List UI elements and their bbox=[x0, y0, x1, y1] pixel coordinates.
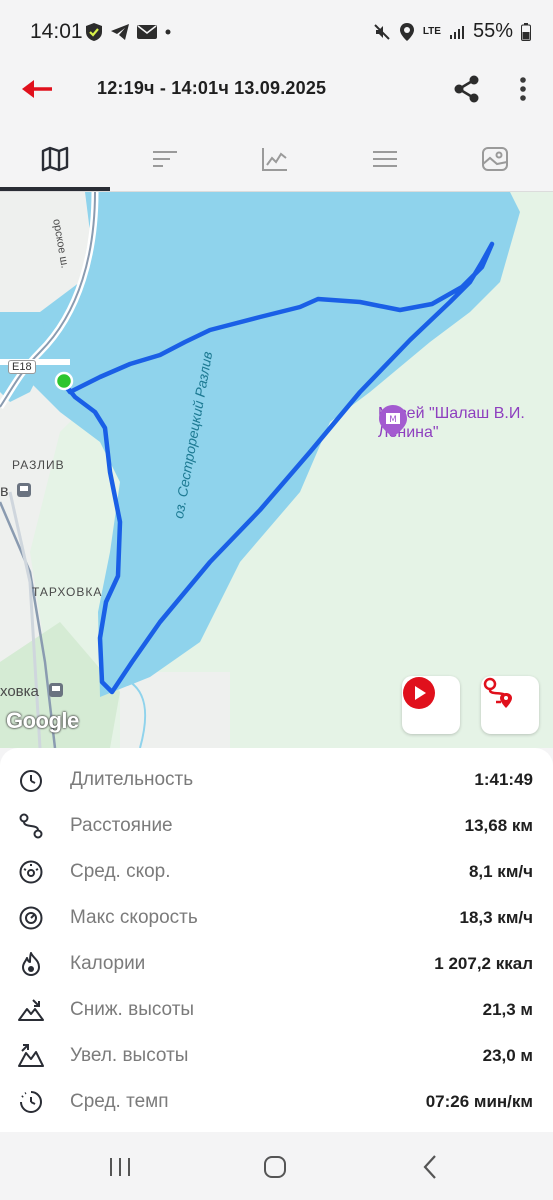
stat-row-distance: Расстояние 13,68 км bbox=[0, 803, 553, 849]
tab-splits[interactable] bbox=[110, 126, 220, 192]
pace-icon bbox=[20, 1091, 42, 1113]
mute-icon bbox=[374, 23, 390, 40]
stat-label: Сред. скор. bbox=[70, 861, 171, 882]
network-type: LTE bbox=[422, 26, 441, 37]
stat-label: Макс скорость bbox=[70, 907, 198, 928]
route-pins-icon bbox=[483, 677, 512, 708]
list-sort-icon bbox=[153, 151, 177, 167]
train-station-icon-2 bbox=[49, 683, 63, 697]
stat-row-duration: Длительность 1:41:49 bbox=[0, 757, 553, 803]
stat-value: 8,1 км/ч bbox=[468, 862, 533, 881]
timer-icon bbox=[20, 770, 42, 792]
stat-value: 1 207,2 ккал bbox=[434, 954, 533, 973]
recents-icon bbox=[110, 1158, 130, 1176]
arrow-left-icon bbox=[22, 80, 52, 98]
route-icon bbox=[19, 813, 43, 839]
battery-icon bbox=[521, 22, 531, 41]
recent-apps-button[interactable] bbox=[100, 1150, 140, 1184]
tab-bar bbox=[0, 126, 553, 192]
system-back-button[interactable] bbox=[410, 1150, 450, 1184]
route-map[interactable]: E18 РАЗЛИВ в ТАРХОВКА ховка орское ш. оз… bbox=[0, 192, 553, 748]
dot-icon bbox=[165, 29, 171, 35]
stat-label: Сниж. высоты bbox=[70, 999, 195, 1020]
back-button[interactable] bbox=[18, 74, 58, 104]
mail-icon bbox=[137, 25, 157, 39]
flame-icon bbox=[22, 952, 40, 976]
telegram-icon bbox=[111, 24, 129, 40]
system-nav-bar bbox=[0, 1134, 553, 1200]
signal-icon bbox=[449, 25, 464, 39]
ascent-icon bbox=[18, 1044, 44, 1067]
route-options-button[interactable] bbox=[481, 676, 539, 734]
stat-row-max-speed: Макс скорость 18,3 км/ч bbox=[0, 895, 553, 941]
stat-value: 18,3 км/ч bbox=[459, 908, 534, 927]
share-icon bbox=[454, 75, 479, 103]
chevron-left-icon bbox=[423, 1155, 436, 1179]
home-icon bbox=[264, 1156, 286, 1178]
stat-value: 07:26 мин/км bbox=[425, 1092, 533, 1111]
replay-button[interactable] bbox=[402, 676, 460, 734]
chart-icon bbox=[262, 148, 287, 171]
home-button[interactable] bbox=[255, 1150, 295, 1184]
tab-map[interactable] bbox=[0, 126, 110, 192]
app-bar: 12:19ч - 14:01ч 13.09.2025 bbox=[0, 64, 553, 116]
map-icon bbox=[41, 146, 69, 172]
descent-icon bbox=[18, 999, 44, 1021]
play-circle-icon bbox=[403, 677, 435, 709]
map-label-tarkhovka-station: ховка bbox=[0, 683, 39, 700]
stat-label: Расстояние bbox=[70, 815, 173, 836]
tab-photos[interactable] bbox=[440, 126, 550, 192]
stat-row-descent: Сниж. высоты 21,3 м bbox=[0, 987, 553, 1033]
stat-label: Калории bbox=[70, 953, 146, 974]
more-options-button[interactable] bbox=[510, 72, 536, 106]
road-badge-e18: E18 bbox=[8, 360, 36, 374]
speedometer-icon bbox=[19, 860, 43, 884]
share-button[interactable] bbox=[450, 72, 484, 106]
status-bar: 14:01 LTE 55% bbox=[0, 0, 553, 64]
menu-lines-icon bbox=[373, 151, 397, 167]
stat-value: 13,68 км bbox=[464, 816, 533, 835]
active-tab-indicator bbox=[0, 187, 110, 191]
battery-percent: 55% bbox=[472, 20, 513, 42]
svg-text:M: M bbox=[389, 415, 397, 425]
map-label-tarkhovka: ТАРХОВКА bbox=[32, 585, 103, 599]
stat-value: 23,0 м bbox=[482, 1046, 533, 1065]
map-label-station-v: в bbox=[0, 483, 9, 500]
train-station-icon bbox=[17, 483, 31, 497]
shield-app-icon bbox=[86, 23, 102, 41]
max-speed-icon bbox=[19, 906, 43, 930]
tab-charts[interactable] bbox=[220, 126, 330, 192]
status-time: 14:01 bbox=[30, 20, 83, 43]
poi-museum[interactable]: M Музей "Шалаш В.И. Ленина" bbox=[378, 404, 528, 442]
photo-icon bbox=[482, 147, 508, 171]
location-icon bbox=[399, 22, 414, 41]
stat-value: 1:41:49 bbox=[474, 770, 533, 789]
tab-details[interactable] bbox=[330, 126, 440, 192]
stat-row-calories: Калории 1 207,2 ккал bbox=[0, 941, 553, 987]
stat-row-avg-speed: Сред. скор. 8,1 км/ч bbox=[0, 849, 553, 895]
more-vertical-icon bbox=[520, 77, 526, 101]
museum-icon: M bbox=[379, 405, 407, 437]
google-logo: Google bbox=[6, 708, 79, 733]
stat-label: Длительность bbox=[70, 769, 194, 790]
stat-label: Увел. высоты bbox=[70, 1045, 189, 1066]
stat-row-ascent: Увел. высоты 23,0 м bbox=[0, 1033, 553, 1079]
map-canvas bbox=[0, 192, 553, 748]
map-label-razliv: РАЗЛИВ bbox=[12, 458, 65, 472]
stat-row-pace: Сред. темп 07:26 мин/км bbox=[0, 1079, 553, 1125]
page-title: 12:19ч - 14:01ч 13.09.2025 bbox=[97, 78, 327, 98]
stat-label: Сред. темп bbox=[70, 1091, 169, 1112]
stat-value: 21,3 м bbox=[482, 1000, 533, 1019]
stats-panel: Длительность 1:41:49 Расстояние 13,68 км… bbox=[0, 748, 553, 1132]
